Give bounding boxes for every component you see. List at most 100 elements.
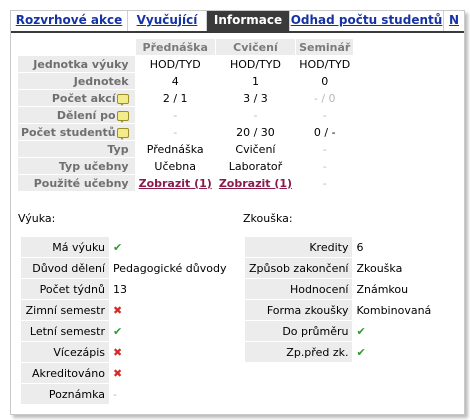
- table-cell: 2 / 1: [134, 89, 216, 107]
- row-label-with-tooltip: Počet studentů: [17, 123, 136, 141]
- cross-icon: ✖: [109, 299, 231, 321]
- show-rooms-link-cviceni[interactable]: Zobrazit (1): [219, 177, 292, 190]
- table-row: Má výuku ✔: [21, 237, 231, 258]
- vyuka-table: Má výuku ✔ Důvod dělení Pedagogické důvody…: [21, 237, 231, 405]
- table-cell: - / 0: [295, 89, 355, 107]
- table-row: Zimní semestr ✖: [21, 299, 231, 321]
- table-row: Jednotek 4 1 0: [17, 72, 355, 90]
- column-header-seminar: Seminář: [295, 38, 355, 56]
- check-icon: ✔: [109, 237, 231, 258]
- row-label: Jednotka výuky: [17, 55, 136, 73]
- table-cell: Učebna: [134, 157, 216, 175]
- table-cell: Zobrazit (1): [214, 174, 297, 192]
- table-row: Typ učebny Učebna Laboratoř -: [17, 157, 355, 175]
- table-cell: 0 / -: [295, 123, 355, 141]
- field-label: Počet týdnů: [21, 278, 109, 300]
- table-row: Dělení po - - -: [17, 106, 355, 124]
- field-label: Poznámka: [21, 383, 109, 405]
- field-label: Hodnocení: [245, 278, 353, 300]
- table-row: Kredity 6: [245, 237, 451, 258]
- field-label: Vícezápis: [21, 341, 109, 363]
- field-value: 6: [352, 237, 451, 258]
- table-cell: Zobrazit (1): [134, 174, 216, 192]
- table-cell: -: [295, 174, 355, 192]
- tab-vyucujici[interactable]: Vyučující: [128, 11, 207, 31]
- tab-more[interactable]: N: [444, 11, 464, 31]
- table-cell: 3 / 3: [214, 89, 297, 107]
- check-icon: ✔: [352, 320, 451, 342]
- field-value: Známkou: [352, 278, 451, 300]
- table-cell: 0: [295, 72, 355, 90]
- row-label-text: Počet studentů: [21, 125, 116, 139]
- zkouska-heading: Zkouška:: [243, 212, 293, 225]
- field-value: Zkouška: [352, 257, 451, 279]
- table-cell: -: [295, 106, 355, 124]
- course-parameters-table: Přednáška Cvičení Seminář Jednotka výuky…: [17, 38, 355, 192]
- field-label: Letní semestr: [21, 320, 109, 342]
- field-label: Zp.před zk.: [245, 341, 353, 363]
- table-row: Počet akcí 2 / 1 3 / 3 - / 0: [17, 89, 355, 107]
- table-cell: -: [214, 106, 297, 124]
- field-label: Forma zkoušky: [245, 299, 353, 321]
- tab-bar: Rozvrhové akce Vyučující Informace Odhad…: [11, 11, 464, 33]
- cross-icon: ✖: [109, 362, 231, 384]
- table-cell: 1: [214, 72, 297, 90]
- table-row: Typ Přednáška Cvičení -: [17, 140, 355, 158]
- table-row: Do průměru ✔: [245, 320, 451, 342]
- zkouska-table: Kredity 6 Způsob zakončení Zkouška Hodnoce…: [245, 237, 451, 363]
- tab-informace[interactable]: Informace: [207, 11, 290, 31]
- field-value: 13: [109, 278, 231, 300]
- table-row: Akreditováno ✖: [21, 362, 231, 384]
- table-cell: 20 / 30: [214, 123, 297, 141]
- cross-icon: ✖: [109, 341, 231, 363]
- table-row: Použité učebny Zobrazit (1) Zobrazit (1)…: [17, 174, 355, 192]
- tab-rozvrhove-akce[interactable]: Rozvrhové akce: [11, 11, 128, 31]
- row-label-text: Dělení po: [56, 108, 116, 122]
- table-row: Poznámka -: [21, 383, 231, 405]
- field-label: Způsob zakončení: [245, 257, 353, 279]
- row-label-with-tooltip: Dělení po: [17, 106, 136, 124]
- table-cell: Laboratoř: [214, 157, 297, 175]
- comment-bubble-icon[interactable]: [116, 127, 129, 140]
- row-label: Jednotek: [17, 72, 136, 90]
- row-label-with-tooltip: Počet akcí: [17, 89, 136, 107]
- field-label: Kredity: [245, 237, 353, 258]
- tab-odhad-poctu-studentu[interactable]: Odhad počtu studentů: [290, 11, 444, 31]
- check-icon: ✔: [109, 320, 231, 342]
- table-row: Počet studentů - 20 / 30 0 / -: [17, 123, 355, 141]
- column-header-prednaska: Přednáška: [134, 38, 216, 56]
- row-label: Typ učebny: [17, 157, 136, 175]
- table-row: Forma zkoušky Kombinovaná: [245, 299, 451, 321]
- table-row: Způsob zakončení Zkouška: [245, 257, 451, 279]
- field-label: Důvod dělení: [21, 257, 109, 279]
- field-label: Akreditováno: [21, 362, 109, 384]
- show-rooms-link-prednaska[interactable]: Zobrazit (1): [139, 177, 212, 190]
- course-info-panel: Rozvrhové akce Vyučující Informace Odhad…: [10, 10, 465, 415]
- table-corner: [17, 38, 136, 56]
- table-row: Hodnocení Známkou: [245, 278, 451, 300]
- table-cell: 4: [134, 72, 216, 90]
- table-cell: Cvičení: [214, 140, 297, 158]
- table-row: Zp.před zk. ✔: [245, 341, 451, 363]
- table-row: Vícezápis ✖: [21, 341, 231, 363]
- table-cell: HOD/TYD: [214, 55, 297, 73]
- field-value: -: [109, 383, 231, 405]
- row-label: Typ: [17, 140, 136, 158]
- row-label: Použité učebny: [17, 174, 136, 192]
- table-row: Letní semestr ✔: [21, 320, 231, 342]
- table-row: Jednotka výuky HOD/TYD HOD/TYD HOD/TYD: [17, 55, 355, 73]
- field-label: Do průměru: [245, 320, 353, 342]
- table-cell: -: [134, 106, 216, 124]
- table-cell: -: [295, 140, 355, 158]
- field-label: Zimní semestr: [21, 299, 109, 321]
- table-cell: HOD/TYD: [295, 55, 355, 73]
- comment-bubble-icon[interactable]: [116, 110, 129, 123]
- table-cell: HOD/TYD: [134, 55, 216, 73]
- row-label-text: Počet akcí: [51, 91, 116, 105]
- check-icon: ✔: [352, 341, 451, 363]
- table-row: Důvod dělení Pedagogické důvody: [21, 257, 231, 279]
- vyuka-heading: Výuka:: [18, 212, 56, 225]
- column-header-cviceni: Cvičení: [214, 38, 297, 56]
- comment-bubble-icon[interactable]: [116, 93, 129, 106]
- table-cell: -: [295, 157, 355, 175]
